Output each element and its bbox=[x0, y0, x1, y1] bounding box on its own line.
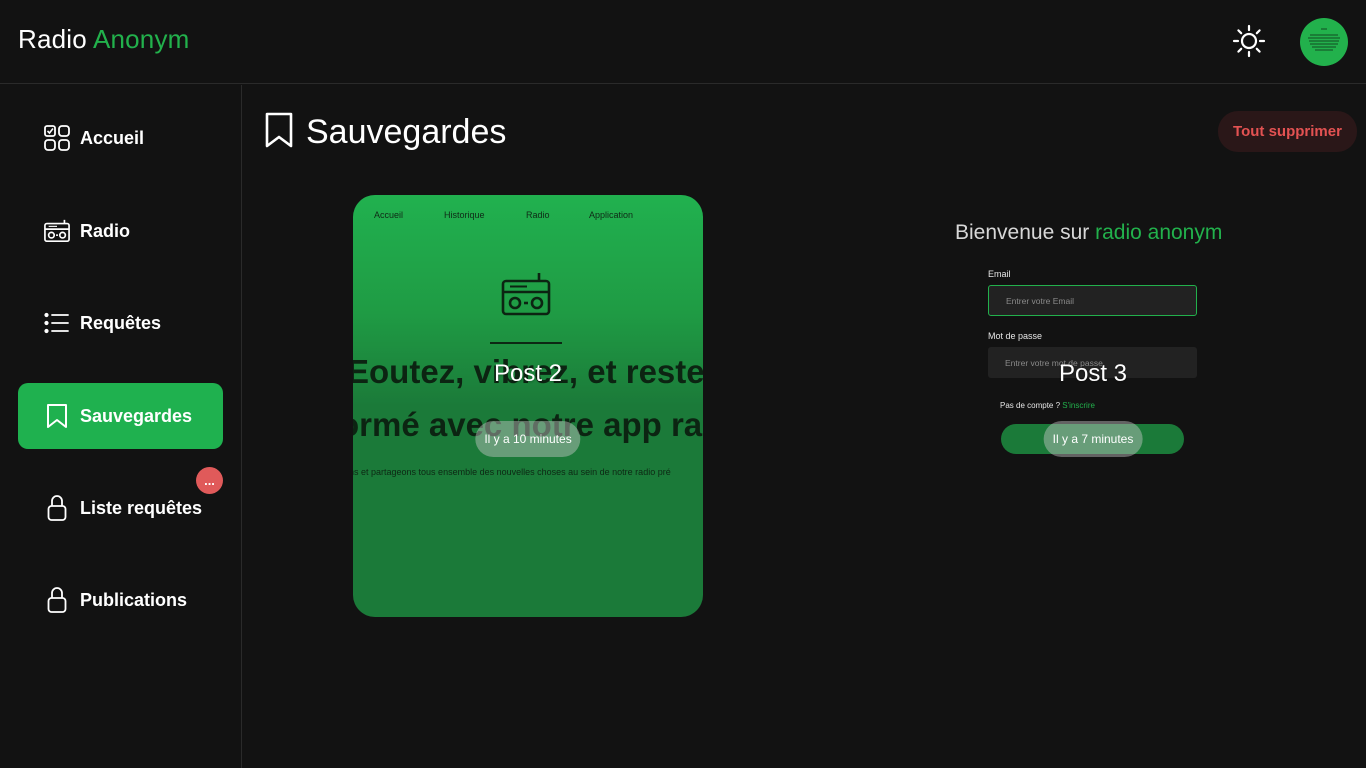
brand-prefix: Radio bbox=[18, 24, 87, 54]
avatar-scribble-icon bbox=[1308, 28, 1340, 51]
lock-icon bbox=[44, 495, 70, 521]
sidebar-item-label: Radio bbox=[80, 220, 131, 241]
user-avatar[interactable] bbox=[1300, 18, 1348, 66]
preview-nav-item: Application bbox=[589, 210, 634, 220]
sidebar-item-label: Liste requêtes bbox=[80, 497, 203, 518]
signup-link: S'inscrire bbox=[1062, 401, 1095, 410]
preview-nav-item: Accueil bbox=[374, 210, 404, 220]
sidebar-item-label: Publications bbox=[80, 589, 188, 610]
lock-icon bbox=[44, 587, 70, 613]
signup-prefix: Pas de compte ? bbox=[1000, 401, 1061, 410]
signup-prompt: Pas de compte ? S'inscrire bbox=[1000, 401, 1095, 410]
sidebar-item-requetes[interactable]: Requêtes bbox=[18, 290, 223, 356]
post-time-badge: Il y a 7 minutes bbox=[1043, 421, 1143, 457]
brand-accent: Anonym bbox=[92, 24, 190, 54]
sidebar-item-sauvegardes[interactable]: Sauvegardes bbox=[18, 383, 223, 449]
preview-nav-item: Historique bbox=[444, 210, 485, 220]
email-label: Email bbox=[988, 269, 1011, 279]
welcome-accent: radio anonym bbox=[1095, 221, 1223, 244]
post-title: Post 3 bbox=[1058, 360, 1128, 387]
password-label: Mot de passe bbox=[988, 331, 1043, 341]
sidebar-item-label: Requêtes bbox=[80, 312, 162, 333]
sun-icon[interactable] bbox=[1232, 24, 1266, 58]
radio-icon bbox=[44, 218, 70, 244]
welcome-prefix: Bienvenue sur bbox=[955, 221, 1090, 244]
bookmark-icon bbox=[44, 403, 70, 429]
post-title: Post 2 bbox=[493, 360, 563, 387]
sidebar-item-liste-requetes[interactable]: Liste requêtes bbox=[18, 475, 223, 541]
preview-nav-item: Radio bbox=[526, 210, 550, 220]
bookmark-icon bbox=[264, 111, 294, 154]
saved-post-card[interactable]: Accueil Historique Radio Application Eou… bbox=[353, 195, 703, 617]
sidebar-item-radio[interactable]: Radio bbox=[18, 198, 223, 264]
email-field: Entrer votre Email bbox=[988, 285, 1197, 316]
preview-divider bbox=[490, 342, 562, 344]
dashboard-icon bbox=[44, 125, 70, 151]
sidebar-item-label: Sauvegardes bbox=[80, 405, 193, 426]
radio-icon bbox=[501, 273, 551, 316]
preview-welcome: Bienvenue sur radio anonym bbox=[955, 221, 1222, 245]
preview-subtext: ns et partageons tous ensemble des nouve… bbox=[353, 467, 671, 477]
sidebar-item-publications[interactable]: Publications bbox=[18, 567, 223, 633]
page-header: Sauvegardes bbox=[264, 110, 506, 154]
sidebar-item-accueil[interactable]: Accueil bbox=[18, 105, 223, 171]
sidebar-item-label: Accueil bbox=[80, 127, 145, 148]
delete-all-button[interactable]: Tout supprimer bbox=[1218, 111, 1357, 152]
top-bar: Radio Anonym bbox=[0, 0, 1366, 84]
saved-post-card[interactable]: Bienvenue sur radio anonym Email Entrer … bbox=[918, 195, 1268, 617]
list-icon bbox=[44, 310, 70, 336]
app-brand[interactable]: Radio Anonym bbox=[18, 24, 190, 55]
post-time-badge: Il y a 10 minutes bbox=[475, 421, 581, 457]
page-title: Sauvegardes bbox=[306, 112, 507, 151]
sidebar: Accueil Radio Requêtes Sauvegardes Liste… bbox=[0, 85, 242, 768]
notification-badge[interactable]: ... bbox=[196, 467, 223, 494]
